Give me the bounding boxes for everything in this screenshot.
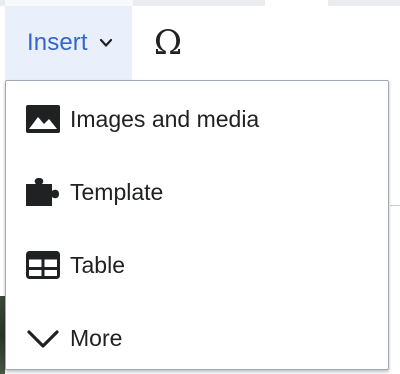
chevron-down-icon: [98, 35, 114, 51]
editor-canvas: Insert Ω Images and media Template Table…: [0, 0, 400, 374]
menu-item-template[interactable]: Template: [6, 159, 388, 225]
editor-toolbar: Insert Ω: [0, 6, 400, 80]
omega-icon: Ω: [153, 23, 183, 63]
menu-item-images-and-media[interactable]: Images and media: [6, 86, 388, 152]
menu-item-label: More: [70, 324, 123, 351]
insert-button-label: Insert: [27, 29, 88, 56]
menu-item-label: Template: [70, 178, 164, 205]
insert-menu-button[interactable]: Insert: [5, 6, 132, 80]
menu-item-label: Images and media: [70, 105, 260, 132]
menu-item-label: Table: [70, 251, 125, 278]
insert-dropdown-menu: Images and media Template Table More: [5, 80, 389, 370]
menu-item-table[interactable]: Table: [6, 232, 388, 298]
background-divider: [390, 205, 400, 206]
chevron-down-icon: [25, 320, 61, 356]
table-icon: [25, 247, 61, 283]
special-character-button[interactable]: Ω: [140, 6, 196, 80]
image-icon: [25, 101, 61, 137]
puzzle-icon: [25, 174, 61, 210]
menu-item-more[interactable]: More: [6, 305, 388, 371]
